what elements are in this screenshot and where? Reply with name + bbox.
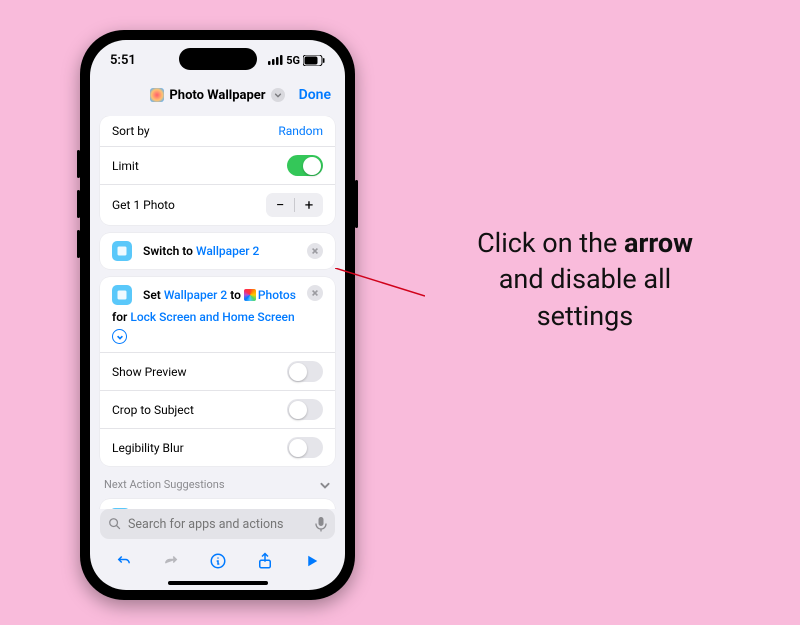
crop-row: Crop to Subject (100, 390, 335, 428)
home-indicator[interactable] (168, 581, 268, 585)
sort-value[interactable]: Random (278, 124, 323, 138)
suggestions-title: Next Action Suggestions (104, 478, 225, 491)
sort-row[interactable]: Sort by Random (100, 116, 335, 146)
expand-options-arrow[interactable] (112, 329, 127, 344)
limit-toggle[interactable] (287, 155, 323, 176)
info-button[interactable] (203, 546, 233, 576)
annotation-text: Click on the arrow and disable all setti… (420, 225, 750, 334)
photo-count-stepper[interactable]: − + (266, 193, 323, 217)
redo-button (156, 546, 186, 576)
blur-toggle[interactable] (287, 437, 323, 458)
iphone-frame: 5:51 5G Photo Wallpaper Done Sort (80, 30, 355, 600)
switch-action-card[interactable]: Switch to Wallpaper 2 (100, 233, 335, 269)
blur-row: Legibility Blur (100, 428, 335, 466)
dynamic-island (179, 48, 257, 70)
set-source[interactable]: Photos (244, 286, 296, 304)
delete-action-button[interactable] (307, 285, 323, 301)
stepper-minus[interactable]: − (266, 193, 294, 217)
run-button[interactable] (297, 546, 327, 576)
stepper-plus[interactable]: + (295, 193, 323, 217)
page-title: Photo Wallpaper (169, 88, 265, 103)
get-photo-label: Get 1 Photo (112, 198, 175, 212)
switch-target[interactable]: Wallpaper 2 (196, 242, 259, 260)
set-to: to (230, 286, 241, 304)
show-preview-toggle[interactable] (287, 361, 323, 382)
bottom-toolbar (90, 541, 345, 581)
filter-card: Sort by Random Limit Get 1 Photo − + (100, 116, 335, 225)
signal-icon (268, 55, 283, 65)
set-verb: Set (143, 286, 161, 304)
blur-label: Legibility Blur (112, 441, 184, 455)
show-preview-row: Show Preview (100, 352, 335, 390)
search-icon (108, 517, 122, 531)
battery-icon (303, 55, 325, 66)
crop-toggle[interactable] (287, 399, 323, 420)
set-wallpaper-card: Set Wallpaper 2 to Photos for Lock Scree… (100, 277, 335, 466)
show-preview-label: Show Preview (112, 365, 187, 379)
wallpaper-icon (112, 285, 132, 305)
set-screens[interactable]: Lock Screen and Home Screen (130, 308, 294, 326)
status-carrier: 5G (286, 54, 300, 67)
limit-row: Limit (100, 146, 335, 184)
done-button[interactable]: Done (299, 87, 331, 103)
search-input[interactable] (128, 517, 309, 532)
photos-icon (244, 289, 256, 301)
mic-icon[interactable] (315, 516, 327, 532)
undo-button[interactable] (109, 546, 139, 576)
nav-bar: Photo Wallpaper Done (90, 80, 345, 110)
suggestion-choose-menu[interactable]: Choose from Menu + (100, 499, 335, 509)
limit-label: Limit (112, 159, 139, 173)
set-for: for (112, 308, 127, 326)
content-area: Sort by Random Limit Get 1 Photo − + (90, 116, 345, 509)
get-photo-row: Get 1 Photo − + (100, 184, 335, 225)
switch-verb: Switch to (143, 242, 193, 260)
delete-action-button[interactable] (307, 243, 323, 259)
chevron-down-icon (319, 479, 331, 491)
screen: 5:51 5G Photo Wallpaper Done Sort (90, 40, 345, 590)
search-bar[interactable] (100, 509, 335, 539)
title-chevron-icon[interactable] (271, 88, 285, 102)
share-button[interactable] (250, 546, 280, 576)
set-target[interactable]: Wallpaper 2 (164, 286, 227, 304)
suggestions-header[interactable]: Next Action Suggestions (100, 474, 335, 491)
sort-label: Sort by (112, 124, 150, 138)
search-wrap (90, 509, 345, 541)
shortcut-color-icon (150, 88, 164, 102)
wallpaper-icon (112, 241, 132, 261)
status-time: 5:51 (110, 53, 136, 68)
crop-label: Crop to Subject (112, 403, 194, 417)
